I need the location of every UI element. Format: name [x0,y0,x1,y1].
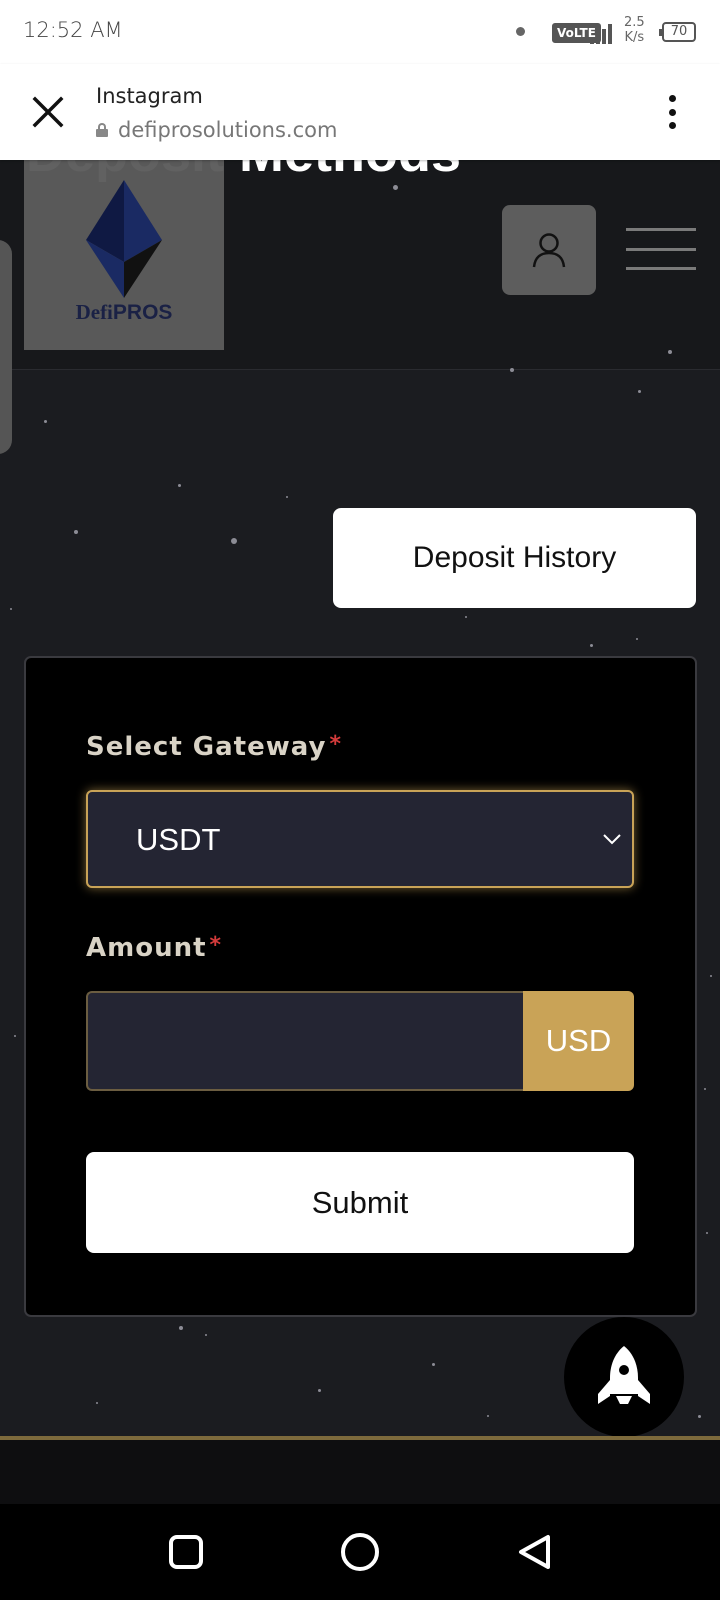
side-drawer-handle[interactable] [0,240,12,454]
amount-input[interactable] [86,991,523,1091]
network-speed: 2.5 K/s [624,15,645,45]
star [44,420,47,423]
hamburger-icon [626,228,696,231]
gateway-select[interactable]: USDT [86,790,634,888]
gateway-label: Select Gateway * [86,732,342,762]
rocket-icon [598,1346,650,1404]
star [710,975,712,977]
star [205,1334,207,1336]
star [487,1415,489,1417]
star [668,350,672,354]
currency-addon: USD [523,991,634,1091]
star [96,1402,98,1404]
browser-url: defiprosolutions.com [118,118,338,142]
star [465,616,467,618]
lock-icon [96,123,108,137]
back-button[interactable] [510,1528,558,1576]
star [638,390,641,393]
logo-pros: PROS [112,301,173,324]
square-icon [169,1535,203,1569]
status-time: 12:52 AM [23,18,123,42]
star [74,530,78,534]
amount-label-text: Amount [86,933,207,963]
deposit-form-card: Select Gateway * USDT Amount * USD Submit [24,656,697,1317]
star [706,1232,708,1234]
system-navigation-bar [0,1504,720,1600]
home-button[interactable] [336,1528,384,1576]
footer [0,1440,720,1504]
chevron-down-icon [603,834,621,845]
submit-button[interactable]: Submit [86,1152,634,1253]
star [286,496,288,498]
star [10,608,12,610]
logo-wordmark: DefiPROS [24,300,224,325]
star [231,538,237,544]
scroll-to-top-button[interactable] [564,1317,684,1437]
battery-icon: 70 [659,22,696,42]
logo-defi: Defi [75,300,113,324]
star [636,638,638,640]
star [318,1389,321,1392]
ethereum-logo-icon [86,180,162,298]
close-button[interactable] [16,80,80,144]
url-row: defiprosolutions.com [96,116,337,144]
star [14,1035,16,1037]
star [704,1088,706,1090]
star [590,644,593,647]
more-options-button[interactable] [652,90,692,134]
circle-icon [341,1533,379,1571]
site-logo[interactable]: DefiPROS [24,160,224,350]
site-header: Deposit Methods DefiPROS [0,160,720,370]
more-vertical-icon [668,95,676,102]
gateway-label-text: Select Gateway [86,732,327,762]
star [510,368,514,372]
status-bar: 12:52 AM VoLTE 2.5 K/s 70 [0,0,720,64]
hamburger-menu-button[interactable] [626,228,696,270]
star [698,1415,701,1418]
star [179,1326,183,1330]
user-account-button[interactable] [502,205,596,295]
signal-icon [590,22,614,44]
network-speed-unit: K/s [624,30,645,45]
gateway-selected-value: USDT [136,822,221,857]
notification-dot-icon [516,27,525,36]
recents-button[interactable] [162,1528,210,1576]
star [178,484,181,487]
amount-label: Amount * [86,933,222,963]
triangle-back-icon [519,1535,550,1569]
browser-title: Instagram [96,84,203,108]
required-marker: * [209,933,223,958]
deposit-history-button[interactable]: Deposit History [333,508,696,608]
user-icon [532,233,566,268]
network-speed-value: 2.5 [624,15,645,30]
required-marker: * [329,732,342,757]
browser-toolbar: Instagram defiprosolutions.com [0,64,720,160]
star [432,1363,435,1366]
star [393,185,398,190]
close-icon [32,96,64,128]
